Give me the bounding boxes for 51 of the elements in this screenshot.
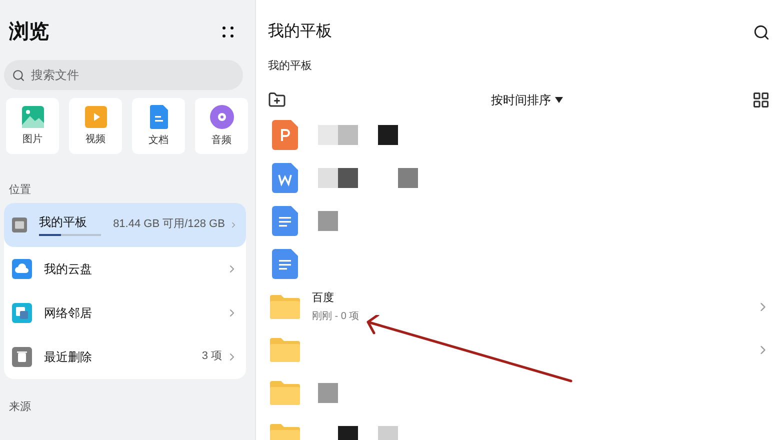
cloud-icon [12, 258, 32, 278]
sort-dropdown[interactable]: 按时间排序 [491, 90, 563, 108]
document-file-icon [272, 206, 298, 236]
caret-icon [555, 96, 563, 102]
play-icon [84, 106, 106, 128]
location-detail: 3 项 [202, 349, 222, 364]
category-tile[interactable]: 视频 [69, 98, 122, 154]
document-file-icon [272, 249, 298, 279]
location-item[interactable]: 最近删除 3 项 [4, 334, 246, 378]
image-icon [22, 106, 44, 128]
location-label: 最近删除 [44, 348, 93, 366]
network-icon [12, 302, 32, 322]
category-tile[interactable]: 图片 [6, 98, 59, 154]
location-item[interactable]: 我的云盘 [4, 246, 246, 290]
category-label: 音频 [212, 134, 232, 148]
tablet-icon [12, 214, 28, 234]
grid-view-icon[interactable] [752, 90, 770, 108]
category-label: 视频 [86, 132, 106, 146]
category-label: 图片 [22, 132, 42, 146]
sidebar-title: 浏览 [9, 20, 49, 45]
location-label: 我的平板 [39, 214, 88, 231]
file-row[interactable]: 百度 刚刚 - 0 项 [268, 286, 770, 328]
pixelated-redaction [318, 383, 338, 403]
file-name: 百度 [312, 290, 335, 306]
section-heading: 来源 [9, 400, 32, 414]
search-icon[interactable] [753, 24, 770, 40]
section-heading: 位置 [9, 183, 32, 198]
location-item[interactable]: 网络邻居 [4, 290, 246, 334]
search-field[interactable]: 搜索文件 [4, 60, 243, 90]
location-label: 我的云盘 [44, 260, 93, 278]
breadcrumb: 我的平板 [268, 59, 313, 74]
location-label: 网络邻居 [44, 304, 93, 322]
category-tile[interactable]: 文档 [132, 98, 185, 154]
folder-icon [270, 338, 300, 362]
word-file-icon [272, 163, 298, 193]
folder-icon [270, 381, 300, 405]
document-icon [150, 104, 168, 128]
folder-icon [270, 295, 300, 319]
trash-icon [12, 346, 32, 366]
category-label: 文档 [148, 134, 168, 148]
music-disc-icon [210, 104, 234, 128]
location-detail: 81.44 GB 可用/128 GB [113, 217, 225, 232]
page-title: 我的平板 [268, 22, 332, 42]
category-tile[interactable]: 音频 [195, 98, 248, 154]
pixelated-redaction [318, 211, 338, 231]
new-folder-icon[interactable] [268, 90, 286, 108]
presentation-file-icon [272, 120, 298, 150]
location-item[interactable]: 我的平板 81.44 GB 可用/128 GB [4, 202, 246, 246]
search-icon [12, 69, 25, 82]
more-dots-icon[interactable] [222, 26, 234, 38]
file-meta: 刚刚 - 0 项 [312, 310, 360, 324]
